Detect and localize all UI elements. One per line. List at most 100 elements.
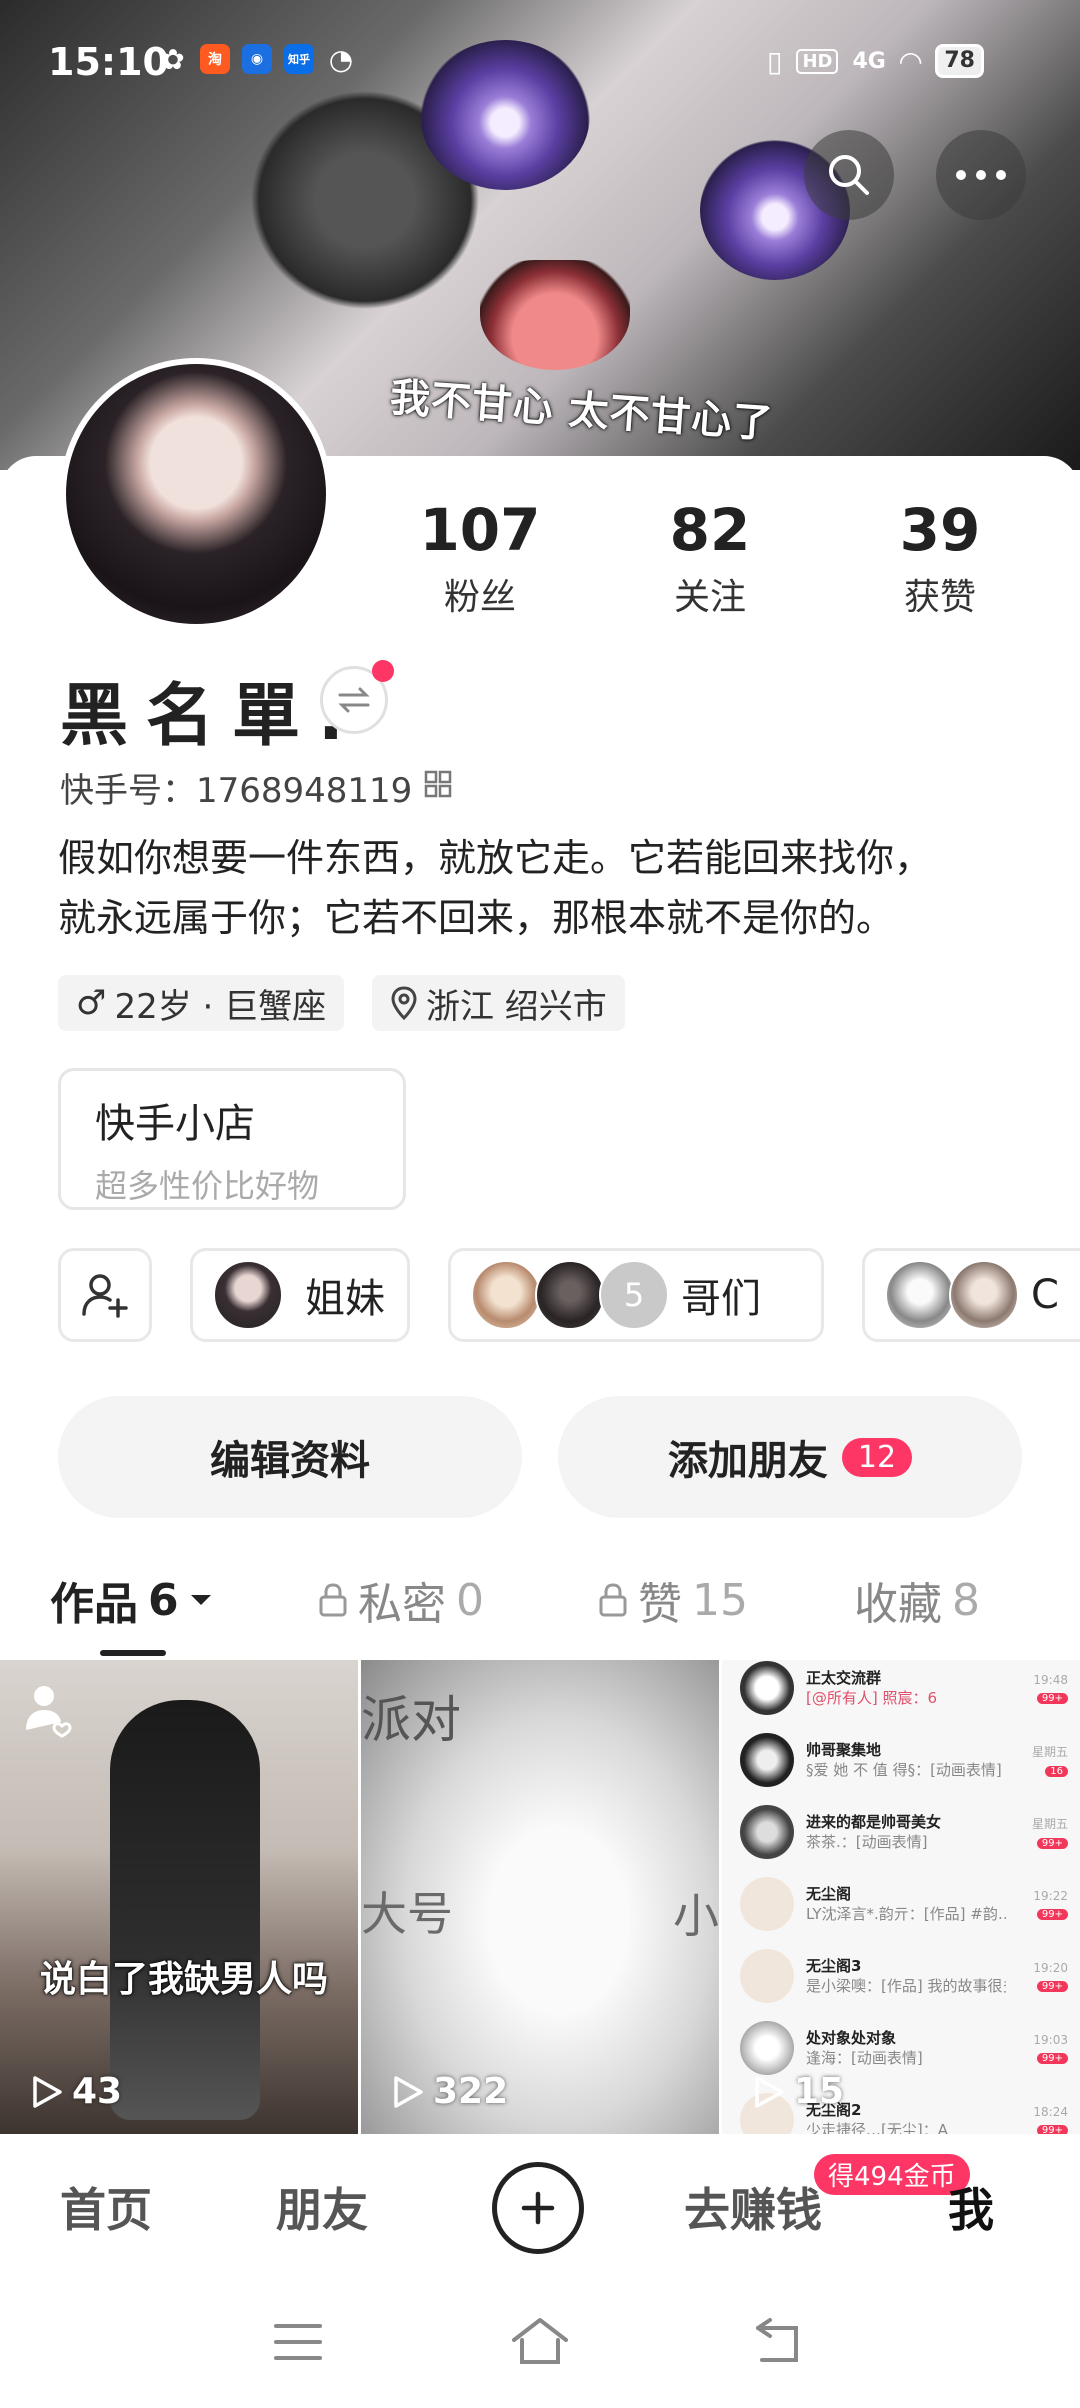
stat-label: 粉丝: [443, 577, 516, 618]
chat-msg: 茶茶.：[动画表情]: [806, 1833, 928, 1851]
group-sisters[interactable]: 姐妹: [190, 1248, 410, 1342]
stat-label: 关注: [673, 577, 746, 618]
back-icon[interactable]: [752, 2314, 808, 2366]
tab-count: 15: [692, 1574, 748, 1626]
profile-name: 黑名單.: [60, 677, 362, 756]
search-icon: [829, 155, 869, 195]
nav-home[interactable]: 首页: [60, 2174, 152, 2240]
tab-count: 0: [456, 1574, 484, 1626]
chat-badge: 16: [1045, 1766, 1068, 1777]
notification-dot: [372, 660, 394, 682]
chat-badge: 99+: [1036, 2124, 1068, 2134]
group-avatar: [471, 1260, 541, 1330]
group-label: 姐妹: [305, 1276, 385, 1322]
signal-app-icon: ◉: [242, 44, 272, 74]
chat-avatar: [740, 1733, 794, 1787]
chat-avatar: [740, 1661, 794, 1715]
group-avatar: [949, 1260, 1019, 1330]
thumbnail-figure: [110, 1700, 260, 2120]
chat-text: 处对象处对象逢海：[动画表情]: [806, 2028, 1006, 2068]
play-count-value: 322: [433, 2071, 509, 2112]
add-group-button[interactable]: [58, 1248, 152, 1342]
group-brothers[interactable]: 5 哥们: [448, 1248, 824, 1342]
video-grid: 说白了我缺男人吗 43 派对 大号 小 322 正太交流群 [@所有人] 照宸：6…: [0, 1660, 1080, 2134]
play-count: 15: [752, 2071, 844, 2112]
male-icon: ♂: [76, 983, 107, 1023]
thumbnail-text: 大号: [361, 1887, 453, 1941]
battery-icon: 78: [935, 44, 984, 78]
nav-me[interactable]: 我: [948, 2174, 994, 2240]
tab-private[interactable]: 私密 0: [318, 1568, 484, 1632]
search-button[interactable]: [804, 130, 894, 220]
stat-fans[interactable]: 107 粉丝: [390, 498, 570, 620]
video-thumbnail[interactable]: 正太交流群 [@所有人] 照宸：6 19:48 99+ 帅哥聚集地 §爱 她 不 值 …: [722, 1660, 1080, 2134]
stat-following[interactable]: 82 关注: [620, 498, 800, 620]
plus-icon: [521, 2191, 555, 2225]
chat-text: 无尘阁3 是小梁噢：[作品] 我的故事很多…: [806, 1956, 1006, 1996]
quark-icon: ◔: [328, 42, 354, 76]
chat-name: 处对象处对象: [806, 2029, 897, 2047]
tag-age: ♂ 22岁 · 巨蟹座: [58, 975, 345, 1031]
group-avatar: [535, 1260, 605, 1330]
status-app-icons: ✿ 淘 ◉ 知乎 ◔: [158, 42, 356, 76]
kuaishou-id[interactable]: 快手号：1768948119: [60, 763, 412, 812]
avatar[interactable]: [60, 358, 332, 630]
video-thumbnail[interactable]: 派对 大号 小 322: [361, 1660, 719, 2134]
chat-msg: 逢海：[动画表情]: [806, 2049, 923, 2067]
chat-row: 帅哥聚集地 §爱 她 不 值 得§：[动画表情] 星期五 16: [740, 1724, 1080, 1796]
group-label: 哥们: [681, 1276, 761, 1322]
group-avatar-count: 5: [599, 1260, 669, 1330]
chat-meta: 18:24 99+: [1018, 2105, 1068, 2134]
tab-label: 作品: [50, 1579, 138, 1630]
tag-location: 浙江 绍兴市: [372, 975, 625, 1031]
play-count: 43: [30, 2071, 122, 2112]
content-tabs: 作品 6 私密 0 赞 15 收藏 8: [0, 1568, 1080, 1638]
play-count: 322: [391, 2071, 508, 2112]
tab-likes[interactable]: 赞 15: [598, 1568, 748, 1632]
edit-profile-button[interactable]: 编辑资料: [58, 1396, 522, 1518]
chat-time: 星期五: [1031, 1817, 1068, 1831]
chat-msg: 少走捷径…[无尘]：A: [806, 2121, 948, 2134]
system-nav: [0, 2282, 1080, 2408]
chat-badge: 99+: [1036, 1838, 1068, 1849]
qr-code-icon[interactable]: [424, 770, 452, 802]
lock-icon: [319, 1583, 347, 1617]
chat-time: 19:20: [1033, 1960, 1068, 1975]
menu-icon[interactable]: [272, 2320, 324, 2364]
chat-avatar: [740, 1805, 794, 1859]
add-person-icon: [82, 1274, 128, 1318]
add-friend-button[interactable]: 添加朋友 12: [558, 1396, 1022, 1518]
group-third[interactable]: C: [862, 1248, 1080, 1342]
pinwheel-icon: ✿: [161, 42, 185, 76]
chat-row: 无尘阁 LY沈泽言*.韵亓：[作品] #韵… 19:22 99+: [740, 1868, 1080, 1940]
status-time: 15:10: [48, 40, 169, 84]
tab-favorites[interactable]: 收藏 8: [854, 1568, 980, 1632]
tab-count: 8: [952, 1574, 980, 1626]
stats-row: 107 粉丝 82 关注 39 获赞: [390, 498, 1030, 620]
chat-name: 进来的都是帅哥美女: [806, 1813, 942, 1831]
tag-location-text: 浙江 绍兴市: [426, 986, 607, 1027]
stat-likes[interactable]: 39 获赞: [850, 498, 1030, 620]
more-button[interactable]: [936, 130, 1026, 220]
nav-friends[interactable]: 朋友: [276, 2174, 368, 2240]
chat-row: 正太交流群 [@所有人] 照宸：6 19:48 99+: [740, 1660, 1080, 1724]
chat-msg: LY沈泽言*.韵亓：[作品] #韵…: [806, 1905, 1006, 1923]
tab-works[interactable]: 作品 6: [50, 1568, 213, 1632]
chat-meta: 19:03 99+: [1018, 2033, 1068, 2064]
chat-msg: 是小梁噢：[作品] 我的故事很多…: [806, 1977, 1006, 1995]
chat-badge: 99+: [1036, 1980, 1068, 1992]
chat-msg: §爱 她 不 值 得§：[动画表情]: [806, 1761, 1002, 1779]
network-icon: 4G: [852, 48, 886, 74]
nav-earn[interactable]: 去赚钱: [684, 2174, 822, 2240]
chat-row: 进来的都是帅哥美女 茶茶.：[动画表情] 星期五 99+: [740, 1796, 1080, 1868]
wifi-icon: ◠: [899, 44, 922, 78]
chat-name: 无尘阁: [806, 1885, 852, 1903]
play-count-value: 43: [72, 2071, 123, 2112]
home-icon[interactable]: [508, 2314, 572, 2368]
kuaishou-shop-card[interactable]: 快手小店 超多性价比好物: [58, 1068, 406, 1210]
group-label: C: [1031, 1272, 1059, 1318]
video-thumbnail[interactable]: 说白了我缺男人吗 43: [0, 1660, 358, 2134]
chat-badge: 99+: [1036, 1692, 1068, 1704]
chat-name: 无尘阁3: [806, 1957, 862, 1975]
create-button[interactable]: [492, 2162, 584, 2254]
